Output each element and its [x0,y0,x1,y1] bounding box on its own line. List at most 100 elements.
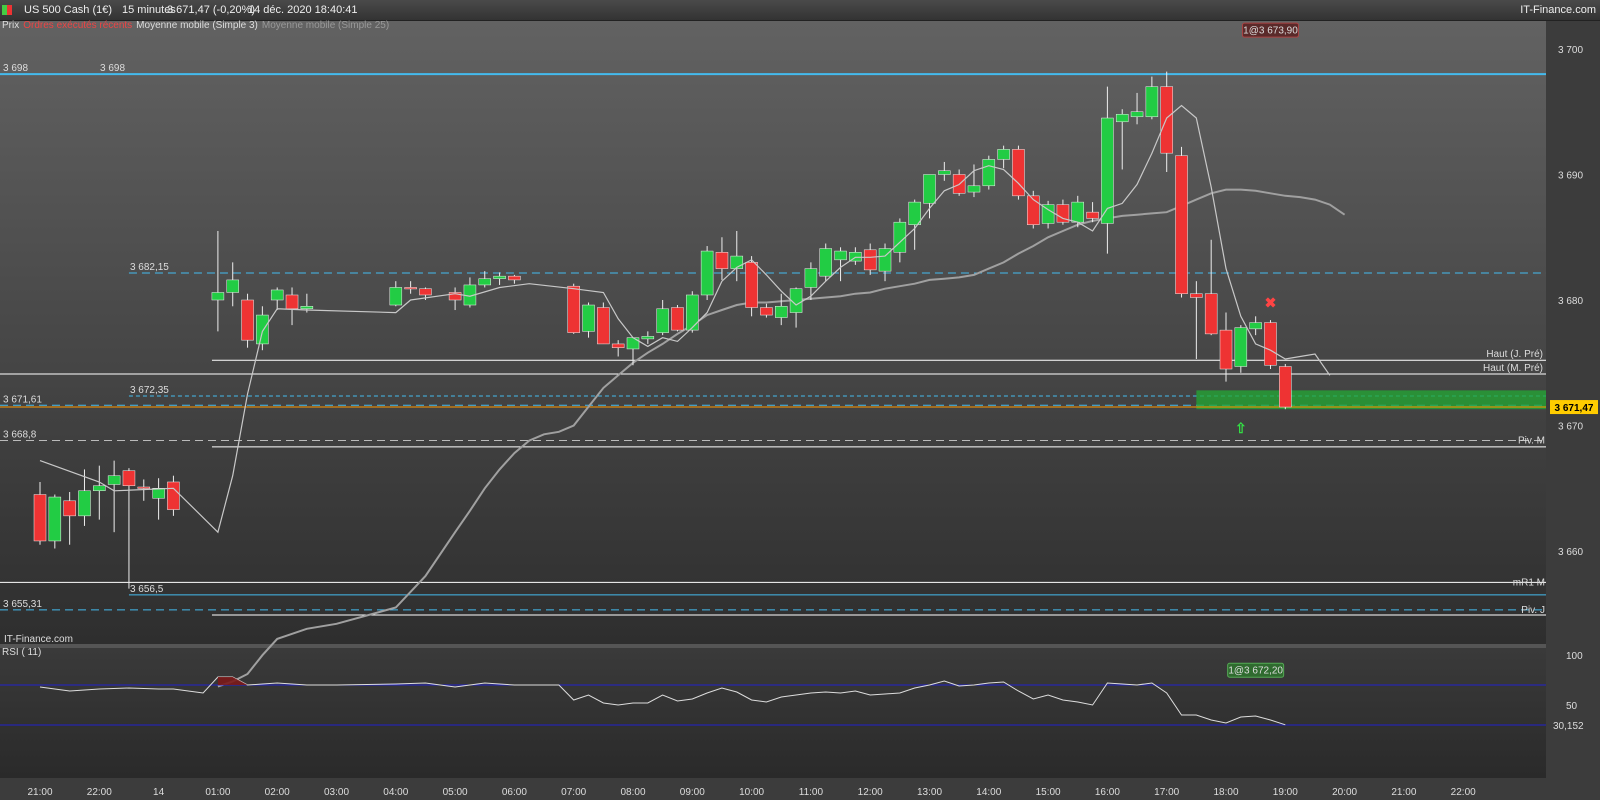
buy-marker-icon: ⇧ [1235,420,1247,436]
level-label: 3 668,8 [3,430,37,441]
candle-body [760,307,773,316]
x-tick-label: 12:00 [858,787,883,798]
candle-body [508,275,521,281]
last-quote: 3 671,47 (-0,20%) [167,4,256,16]
candle-body [982,159,996,187]
candle-body [597,307,610,345]
x-tick-label: 02:00 [265,787,290,798]
candle-body [834,250,847,261]
legend-prix[interactable]: Prix [0,20,21,31]
candle-body [137,486,151,489]
candle-body [1219,329,1233,370]
x-tick-label: 05:00 [443,787,468,798]
rsi-last-text: 30,152 [1553,721,1584,732]
x-tick-label: 11:00 [799,787,824,798]
x-tick-label: 04:00 [383,787,408,798]
candle-body [715,252,729,269]
candle-body [893,221,907,253]
x-tick-label: 21:00 [27,787,52,798]
level-label: Piv. M [1518,436,1545,447]
candle-body [167,481,180,510]
price-pane[interactable] [0,20,1546,644]
level-label: 3 655,31 [3,599,42,610]
candle-body [641,336,655,340]
candle-body [1249,322,1262,330]
candle-body [1130,111,1144,118]
rsi-tick-label: 50 [1566,701,1578,712]
x-tick-label: 09:00 [680,787,705,798]
candle-body [63,500,76,517]
title-bar: US 500 Cash (1€) 15 minutes 3 671,47 (-0… [0,0,1600,21]
candle-body [285,294,299,310]
candle-body [1190,293,1203,298]
y-tick-label: 3 680 [1558,296,1583,307]
chart-canvas[interactable]: 3 698 3 698 3 682,15 Haut (J. Pré) Haut (M. … [0,0,1600,800]
instrument-name: US 500 Cash (1€) [24,4,113,16]
candle-body [819,248,832,277]
candle-body [256,314,269,345]
x-tick-label: 06:00 [502,787,527,798]
candle-body [1101,117,1114,224]
level-label: 3 698 [100,63,125,74]
brand: IT-Finance.com [1520,4,1596,16]
candle-body [671,307,684,331]
candle-body [241,299,254,341]
level-label: Haut (J. Pré) [1486,349,1543,360]
x-tick-label: 10:00 [739,787,764,798]
level-label: Piv. J [1521,605,1545,616]
candle-body [48,496,62,542]
sell-marker-icon: ✖ [1265,295,1277,311]
candle-body [300,306,314,310]
rsi-pane[interactable] [0,648,1546,778]
candle-body [1115,114,1129,123]
candle-body [582,304,595,332]
candle-body [226,279,239,293]
x-tick-label: 03:00 [324,787,349,798]
y-tick-label: 3 670 [1558,422,1583,433]
candle-body [1086,211,1099,219]
level-label: 3 698 [3,63,28,74]
candle-body [908,201,921,225]
candle-body [938,170,951,175]
x-tick-label: 13:00 [917,787,942,798]
candle-body [1145,86,1159,118]
candle-body [1279,366,1292,408]
order-zone-rect [1196,390,1546,410]
legend-ordres[interactable]: Ordres exécutés récents [21,20,134,31]
indicator-legend: Prix Ordres exécutés récents Moyenne mobil… [0,20,391,33]
x-tick-label: 01:00 [205,787,230,798]
candle-body [93,485,106,492]
legend-ma3[interactable]: Moyenne mobile (Simple 3) [134,20,260,31]
x-tick-label: 20:00 [1332,787,1357,798]
candle-body [923,174,936,204]
x-tick-label: 16:00 [1095,787,1120,798]
candle-body [1234,327,1248,367]
order-tag-text: 1@3 673,90 [1243,26,1298,37]
candle-body [1071,201,1084,223]
candle-body [107,475,121,485]
x-tick-label: 14:00 [976,787,1001,798]
x-tick-label: 14 [153,787,165,798]
datetime: 14 déc. 2020 18:40:41 [248,4,358,16]
last-price-text: 3 671,47 [1555,403,1594,414]
candle-body [686,294,699,331]
x-tick-label: 21:00 [1391,787,1416,798]
legend-ma25[interactable]: Moyenne mobile (Simple 25) [260,20,391,31]
candle-body [1012,149,1025,197]
rsi-tick-label: 100 [1566,651,1583,662]
pane-divider[interactable] [0,644,1546,648]
order-tag-text: 1@3 672,20 [1228,666,1283,677]
candle-body [1160,86,1173,154]
candle-body [1264,322,1277,366]
candle-body [626,337,640,350]
candle-body [775,306,788,318]
x-tick-label: 08:00 [620,787,645,798]
level-label: 3 682,15 [130,262,169,273]
candle-body [152,488,165,499]
level-label: 3 672,35 [130,385,169,396]
candle-body [804,268,818,288]
candle-body [656,308,669,333]
rsi-title: RSI ( 11) [2,647,41,658]
candle-body [211,292,225,301]
candle-body [1175,155,1188,294]
